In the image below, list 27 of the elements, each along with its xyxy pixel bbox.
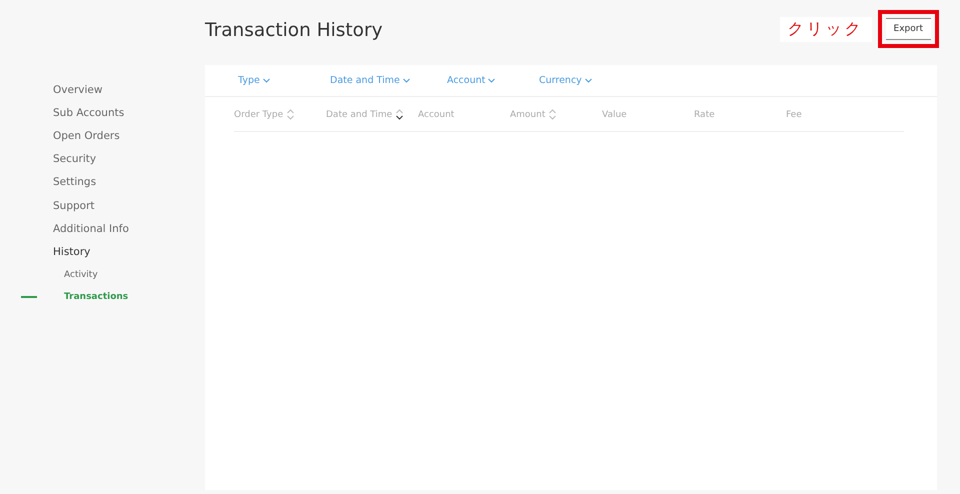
filter-dropdown[interactable]: Account bbox=[447, 75, 539, 86]
chevron-down-icon bbox=[488, 78, 496, 83]
filter-dropdown[interactable]: Type bbox=[238, 75, 330, 86]
filter-dropdown[interactable]: Currency bbox=[539, 75, 631, 86]
column-header: Value bbox=[602, 110, 627, 120]
sidebar-item[interactable]: Support bbox=[53, 200, 95, 212]
sidebar-item[interactable]: Activity bbox=[64, 270, 98, 280]
page-title: Transaction History bbox=[205, 20, 384, 43]
sidebar-item[interactable]: Additional Info bbox=[53, 222, 129, 235]
chevron-down-icon bbox=[262, 78, 270, 83]
active-indicator bbox=[21, 296, 37, 298]
column-header: Rate bbox=[694, 110, 715, 120]
sidebar-item[interactable]: History bbox=[53, 246, 90, 258]
sort-icon[interactable] bbox=[396, 109, 404, 120]
column-header: Account bbox=[418, 110, 454, 120]
sidebar-item[interactable]: Security bbox=[53, 153, 96, 166]
filter-dropdown[interactable]: Date and Time bbox=[330, 75, 447, 86]
sidebar-item[interactable]: Transactions bbox=[64, 292, 128, 302]
export-button[interactable]: Export bbox=[886, 18, 931, 40]
sidebar-item[interactable]: Open Orders bbox=[53, 130, 120, 142]
column-header: Fee bbox=[786, 110, 802, 120]
chevron-down-icon bbox=[402, 78, 410, 83]
sidebar-item[interactable]: Sub Accounts bbox=[53, 106, 124, 119]
sidebar-item[interactable]: Overview bbox=[53, 84, 102, 96]
annotation-label: クリック bbox=[780, 17, 872, 42]
sidebar-item[interactable]: Settings bbox=[53, 176, 96, 188]
chevron-down-icon bbox=[584, 78, 592, 83]
